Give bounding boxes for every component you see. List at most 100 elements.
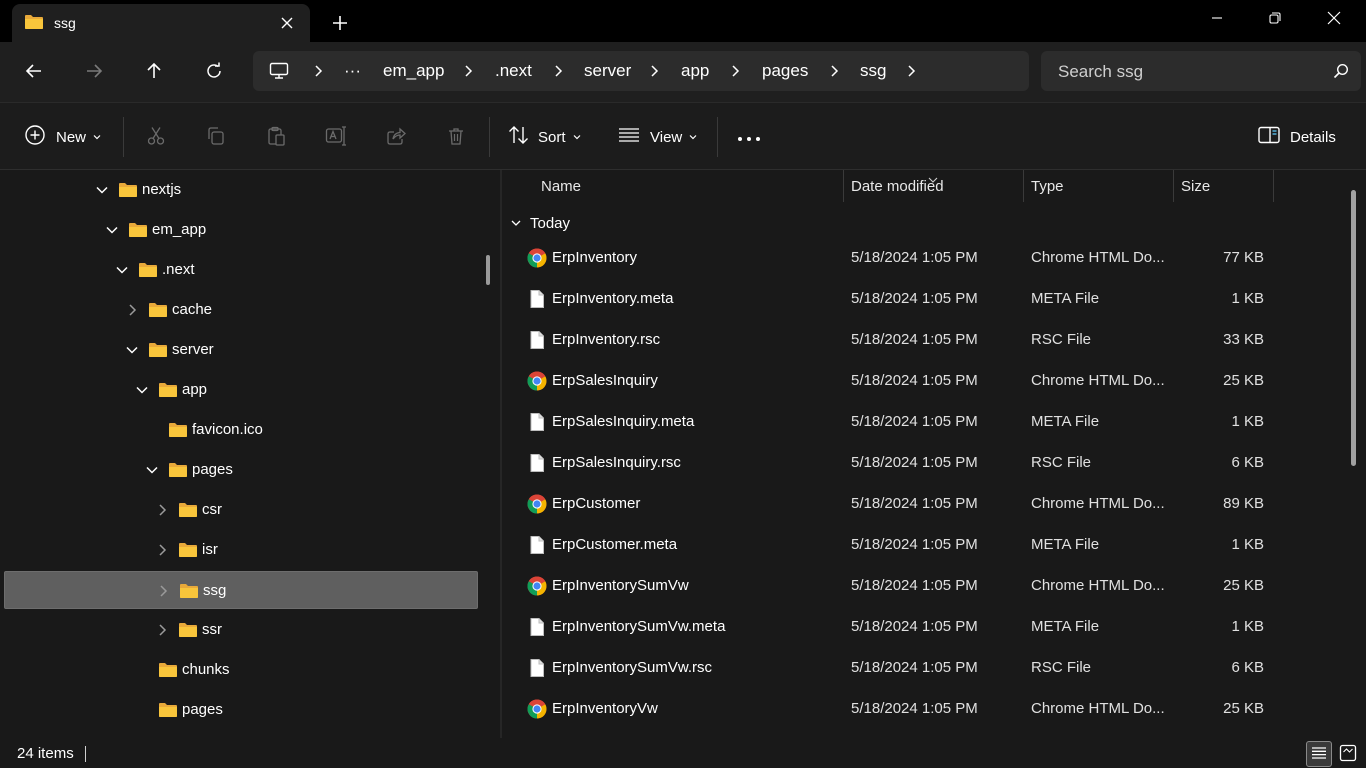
chevron-down-icon[interactable]	[94, 182, 110, 198]
tree-item-favicon-ico[interactable]: favicon.ico	[4, 411, 478, 449]
chevron-right-icon[interactable]	[826, 63, 842, 79]
share-button[interactable]	[381, 122, 411, 152]
chevron-right-icon[interactable]	[154, 502, 170, 518]
chevron-right-icon[interactable]	[550, 63, 566, 79]
chevron-right-icon[interactable]	[155, 583, 171, 599]
tree-item-pages[interactable]: pages	[4, 691, 478, 729]
tree-item-ssr[interactable]: ssr	[4, 611, 478, 649]
sort-button[interactable]: Sort	[508, 122, 582, 152]
tab-ssg[interactable]: ssg	[12, 4, 310, 42]
chevron-right-icon[interactable]	[460, 63, 476, 79]
chevron-right-icon[interactable]	[646, 63, 662, 79]
delete-button[interactable]	[441, 122, 471, 152]
refresh-button[interactable]	[196, 55, 232, 89]
close-tab-icon[interactable]	[274, 10, 300, 36]
breadcrumb-app[interactable]: app	[681, 51, 709, 91]
breadcrumb-next[interactable]: .next	[495, 51, 532, 91]
breadcrumb-em-app[interactable]: em_app	[383, 51, 444, 91]
chevron-down-icon	[688, 129, 698, 146]
breadcrumb-overflow[interactable]: ···	[344, 51, 361, 91]
tree-item-nextjs[interactable]: nextjs	[4, 171, 478, 209]
minimize-icon[interactable]	[1188, 0, 1246, 36]
column-header-date[interactable]: Date modified	[851, 170, 944, 202]
tree-item-isr[interactable]: isr	[4, 531, 478, 569]
tree-item-app[interactable]: app	[4, 371, 478, 409]
new-button[interactable]: New	[24, 122, 102, 152]
file-row[interactable]: ErpSalesInquiry.rsc 5/18/2024 1:05 PM RSC …	[502, 443, 1342, 484]
file-size: 89 KB	[1223, 495, 1264, 512]
file-row[interactable]: ErpSalesInquiry 5/18/2024 1:05 PM Chrome H…	[502, 361, 1342, 402]
column-divider[interactable]	[1273, 170, 1274, 202]
chevron-down-icon[interactable]	[134, 382, 150, 398]
search-input[interactable]: Search ssg	[1041, 51, 1361, 91]
chevron-right-icon[interactable]	[124, 302, 140, 318]
tree-item-ssg[interactable]: ssg	[4, 571, 478, 609]
view-button[interactable]: View	[618, 122, 698, 152]
tree-item-label: csr	[202, 501, 222, 518]
file-row[interactable]: ErpInventoryVw 5/18/2024 1:05 PM Chrome HT…	[502, 689, 1342, 730]
file-row[interactable]: ErpInventorySumVw.rsc 5/18/2024 1:05 PM RS…	[502, 648, 1342, 689]
chevron-right-icon[interactable]	[903, 63, 919, 79]
scissors-icon	[146, 126, 166, 149]
paste-button[interactable]	[261, 122, 291, 152]
file-date: 5/18/2024 1:05 PM	[851, 454, 978, 471]
column-divider[interactable]	[843, 170, 844, 202]
chevron-down-icon[interactable]	[144, 462, 160, 478]
tree-item-chunks[interactable]: chunks	[4, 651, 478, 689]
copy-button[interactable]	[201, 122, 231, 152]
column-divider[interactable]	[1023, 170, 1024, 202]
chevron-right-icon[interactable]	[154, 622, 170, 638]
file-row[interactable]: ErpCustomer 5/18/2024 1:05 PM Chrome HTML …	[502, 484, 1342, 525]
computer-icon[interactable]	[269, 51, 289, 91]
close-icon[interactable]	[1305, 0, 1363, 36]
file-date: 5/18/2024 1:05 PM	[851, 536, 978, 553]
chevron-down-icon[interactable]	[104, 222, 120, 238]
chevron-right-icon[interactable]	[310, 63, 326, 79]
address-bar[interactable]: ··· em_app .next server app pages ssg	[253, 51, 1029, 91]
column-header-size[interactable]: Size	[1181, 170, 1210, 202]
tree-item-server[interactable]: server	[4, 331, 478, 369]
file-row[interactable]: ErpInventorySumVw 5/18/2024 1:05 PM Chrome…	[502, 566, 1342, 607]
tree-item-cache[interactable]: cache	[4, 291, 478, 329]
chrome-icon	[527, 699, 547, 719]
group-header-today[interactable]: Today	[510, 213, 570, 233]
chevron-right-icon[interactable]	[154, 542, 170, 558]
new-tab-button[interactable]	[326, 9, 354, 37]
forward-button[interactable]	[76, 55, 112, 89]
search-icon[interactable]	[1333, 63, 1349, 82]
file-row[interactable]: ErpCustomer.meta 5/18/2024 1:05 PM META Fi…	[502, 525, 1342, 566]
more-options-button[interactable]	[737, 122, 761, 152]
nav-scrollbar[interactable]	[486, 255, 490, 285]
column-header-name[interactable]: Name	[541, 170, 581, 202]
breadcrumb-pages[interactable]: pages	[762, 51, 808, 91]
back-button[interactable]	[16, 55, 52, 89]
chevron-right-icon[interactable]	[727, 63, 743, 79]
arrow-up-icon	[145, 62, 163, 83]
tiles-view-toggle[interactable]	[1335, 741, 1361, 767]
column-divider[interactable]	[1173, 170, 1174, 202]
file-row[interactable]: ErpInventory 5/18/2024 1:05 PM Chrome HTML…	[502, 238, 1342, 279]
restore-icon[interactable]	[1246, 0, 1304, 36]
breadcrumb-ssg[interactable]: ssg	[860, 51, 886, 91]
tree-item-pages[interactable]: pages	[4, 451, 478, 489]
file-list-scrollbar[interactable]	[1351, 190, 1356, 466]
file-row[interactable]: ErpInventory.rsc 5/18/2024 1:05 PM RSC Fil…	[502, 320, 1342, 361]
column-header-type[interactable]: Type	[1031, 170, 1064, 202]
up-button[interactable]	[136, 55, 172, 89]
details-view-toggle[interactable]	[1306, 741, 1332, 767]
chevron-down-icon[interactable]	[114, 262, 130, 278]
tree-item-csr[interactable]: csr	[4, 491, 478, 529]
file-row[interactable]: ErpSalesInquiry.meta 5/18/2024 1:05 PM MET…	[502, 402, 1342, 443]
cut-button[interactable]	[141, 122, 171, 152]
details-button[interactable]: Details	[1258, 122, 1336, 152]
tree-item-next[interactable]: .next	[4, 251, 478, 289]
tree-item-em-app[interactable]: em_app	[4, 211, 478, 249]
file-date: 5/18/2024 1:05 PM	[851, 577, 978, 594]
file-row[interactable]: ErpInventory.meta 5/18/2024 1:05 PM META F…	[502, 279, 1342, 320]
tree-item-label: cache	[172, 301, 213, 318]
file-name: ErpInventory	[552, 249, 638, 266]
breadcrumb-server[interactable]: server	[584, 51, 631, 91]
rename-button[interactable]	[321, 122, 351, 152]
file-row[interactable]: ErpInventorySumVw.meta 5/18/2024 1:05 PM M…	[502, 607, 1342, 648]
chevron-down-icon[interactable]	[124, 342, 140, 358]
